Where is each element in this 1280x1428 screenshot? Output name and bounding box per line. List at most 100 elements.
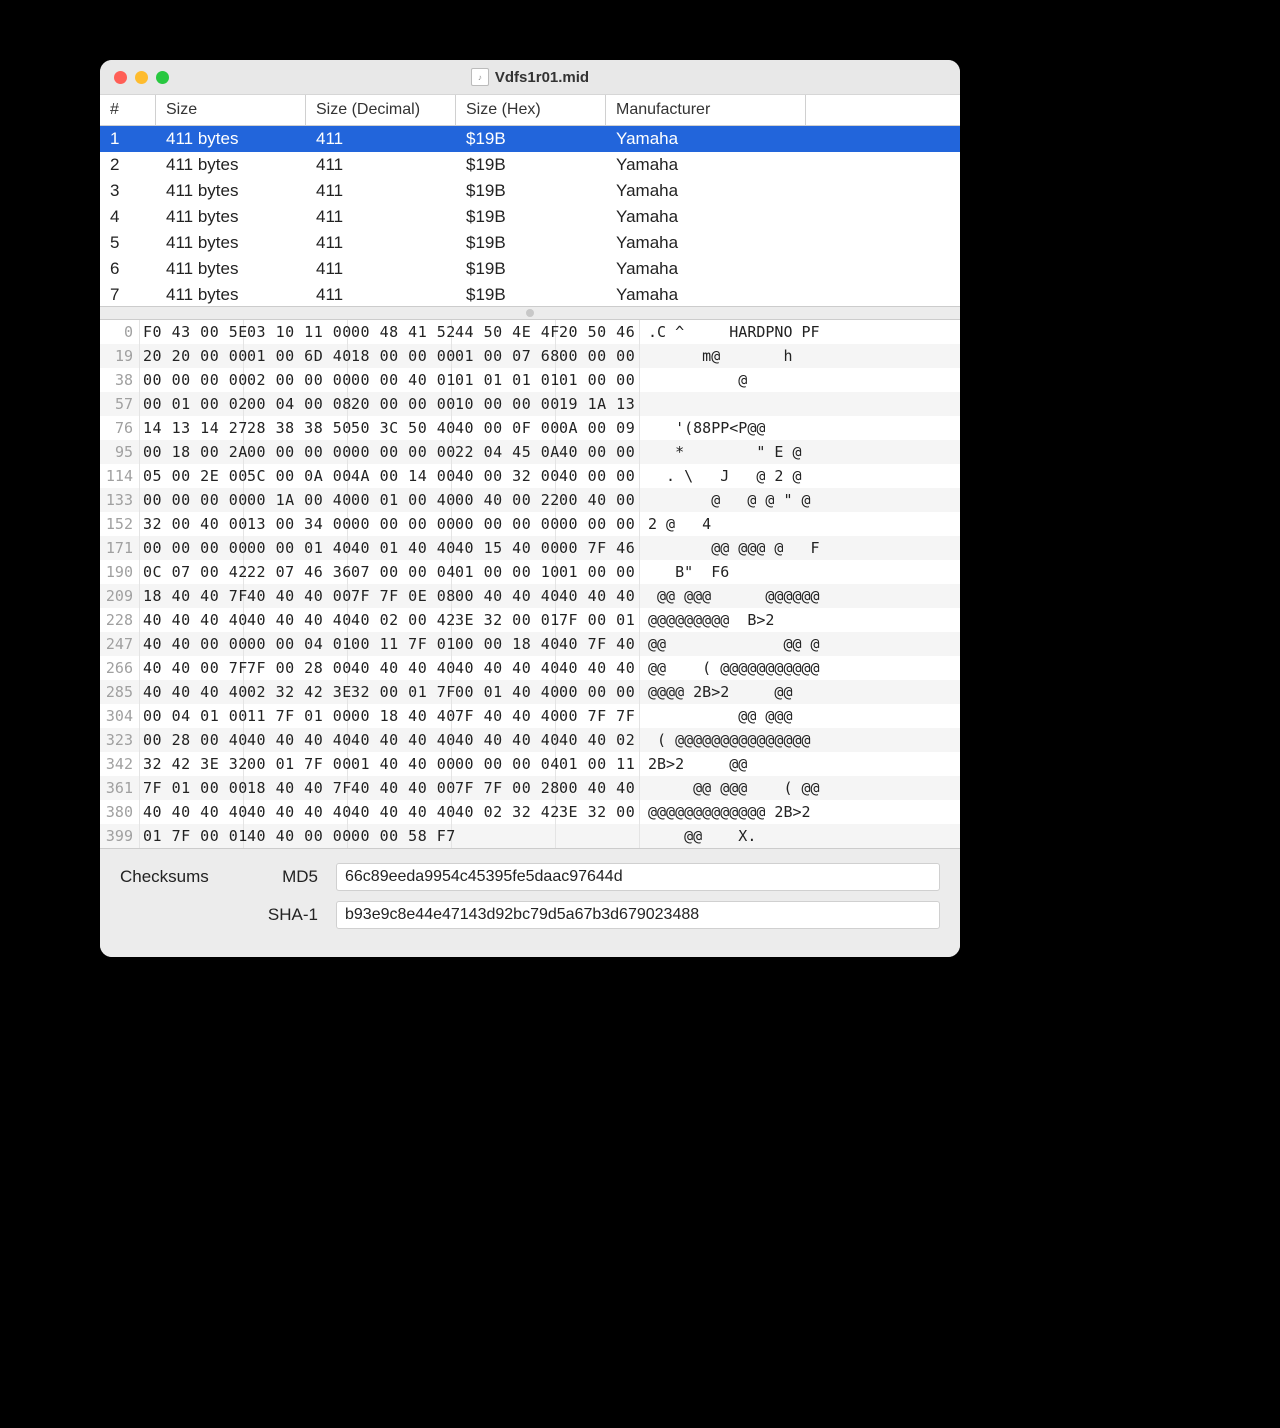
hex-bytes: 3E 32 00 01	[452, 608, 556, 632]
hex-ascii: m@ h	[640, 344, 960, 368]
col-header-number[interactable]: #	[100, 95, 156, 125]
hex-bytes: 40 00 32 00	[452, 464, 556, 488]
table-cell: 411	[306, 181, 456, 201]
hex-row[interactable]: 17100 00 00 0000 00 01 4040 01 40 4040 1…	[100, 536, 960, 560]
col-header-size-hex[interactable]: Size (Hex)	[456, 95, 606, 125]
table-cell: Yamaha	[606, 207, 806, 227]
hex-row[interactable]: 15232 00 40 0013 00 34 0000 00 00 0000 0…	[100, 512, 960, 536]
table-cell: $19B	[456, 129, 606, 149]
hex-row[interactable]: 39901 7F 00 0140 40 00 0000 00 58 F7 @@ …	[100, 824, 960, 848]
table-row[interactable]: 5411 bytes411$19BYamaha	[100, 230, 960, 256]
table-cell: 411	[306, 259, 456, 279]
hex-bytes: 00 00 00 04	[452, 752, 556, 776]
minimize-icon[interactable]	[135, 71, 148, 84]
hex-bytes: 00 00 00 00	[348, 440, 452, 464]
hex-bytes: 5C 00 0A 00	[244, 464, 348, 488]
col-header-manufacturer[interactable]: Manufacturer	[606, 95, 806, 125]
hex-bytes: 00 00 00 00	[140, 536, 244, 560]
hex-bytes: 32 00 01 7F	[348, 680, 452, 704]
hex-bytes: 05 00 2E 00	[140, 464, 244, 488]
hex-row[interactable]: 3617F 01 00 0018 40 40 7F40 40 40 007F 7…	[100, 776, 960, 800]
hex-bytes	[556, 824, 640, 848]
hex-bytes	[452, 824, 556, 848]
hex-row[interactable]: 0F0 43 00 5E03 10 11 0000 48 41 5244 50 …	[100, 320, 960, 344]
hex-offset: 285	[100, 680, 140, 704]
checksum-panel: Checksums MD5 66c89eeda9954c45395fe5daac…	[100, 848, 960, 957]
table-cell: 4	[100, 207, 156, 227]
hex-row[interactable]: 1920 20 00 0001 00 6D 4018 00 00 0001 00…	[100, 344, 960, 368]
hex-row[interactable]: 5700 01 00 0200 04 00 0820 00 00 0010 00…	[100, 392, 960, 416]
hex-bytes: 10 00 00 00	[452, 392, 556, 416]
app-window: ♪ Vdfs1r01.mid # Size Size (Decimal) Siz…	[100, 60, 960, 957]
hex-bytes: 18 40 40 7F	[140, 584, 244, 608]
hex-bytes: 02 32 42 3E	[244, 680, 348, 704]
hex-bytes: 0C 07 00 42	[140, 560, 244, 584]
hex-row[interactable]: 28540 40 40 4002 32 42 3E32 00 01 7F00 0…	[100, 680, 960, 704]
hex-row[interactable]: 20918 40 40 7F40 40 40 007F 7F 0E 0800 4…	[100, 584, 960, 608]
table-cell: 411 bytes	[156, 233, 306, 253]
col-header-size-decimal[interactable]: Size (Decimal)	[306, 95, 456, 125]
md5-value[interactable]: 66c89eeda9954c45395fe5daac97644d	[336, 863, 940, 891]
hex-bytes: 13 00 34 00	[244, 512, 348, 536]
hex-row[interactable]: 13300 00 00 0000 1A 00 4000 01 00 4000 4…	[100, 488, 960, 512]
hex-bytes: 18 40 40 7F	[244, 776, 348, 800]
hex-bytes: 00 40 40 40	[452, 584, 556, 608]
hex-bytes: 00 40 00 22	[452, 488, 556, 512]
hex-bytes: 7F 40 40 40	[452, 704, 556, 728]
table-cell: Yamaha	[606, 285, 806, 305]
hex-row[interactable]: 11405 00 2E 005C 00 0A 004A 00 14 0040 0…	[100, 464, 960, 488]
hex-row[interactable]: 9500 18 00 2A00 00 00 0000 00 00 0022 04…	[100, 440, 960, 464]
hex-ascii: @@ @@@ @@@@@@	[640, 584, 960, 608]
hex-bytes: 00 40 00	[556, 488, 640, 512]
table-row[interactable]: 3411 bytes411$19BYamaha	[100, 178, 960, 204]
col-header-size[interactable]: Size	[156, 95, 306, 125]
zoom-icon[interactable]	[156, 71, 169, 84]
sha1-label: SHA-1	[258, 905, 318, 925]
hex-bytes: 00 01 40 40	[452, 680, 556, 704]
hex-ascii: @@ @@@ @ F	[640, 536, 960, 560]
hex-row[interactable]: 32300 28 00 4040 40 40 4040 40 40 4040 4…	[100, 728, 960, 752]
table-cell: 411	[306, 129, 456, 149]
hex-offset: 228	[100, 608, 140, 632]
hex-offset: 380	[100, 800, 140, 824]
hex-bytes: 01 00 00	[556, 560, 640, 584]
hex-row[interactable]: 26640 40 00 7F7F 00 28 0040 40 40 4040 4…	[100, 656, 960, 680]
hex-bytes: 18 00 00 00	[348, 344, 452, 368]
hex-bytes: 19 1A 13	[556, 392, 640, 416]
hex-bytes: 00 01 00 40	[348, 488, 452, 512]
hex-bytes: 7F 00 28 00	[244, 656, 348, 680]
hex-bytes: 14 13 14 27	[140, 416, 244, 440]
document-icon: ♪	[471, 68, 489, 86]
hex-bytes: 02 00 00 00	[244, 368, 348, 392]
hex-row[interactable]: 24740 40 00 0000 00 04 0100 11 7F 0100 0…	[100, 632, 960, 656]
hex-view[interactable]: 0F0 43 00 5E03 10 11 0000 48 41 5244 50 …	[100, 320, 960, 848]
split-handle[interactable]	[100, 306, 960, 320]
close-icon[interactable]	[114, 71, 127, 84]
hex-row[interactable]: 1900C 07 00 4222 07 46 3607 00 00 0401 0…	[100, 560, 960, 584]
hex-offset: 0	[100, 320, 140, 344]
table-row[interactable]: 6411 bytes411$19BYamaha	[100, 256, 960, 282]
titlebar[interactable]: ♪ Vdfs1r01.mid	[100, 60, 960, 95]
hex-bytes: 40 40 40 40	[244, 728, 348, 752]
hex-row[interactable]: 38040 40 40 4040 40 40 4040 40 40 4040 0…	[100, 800, 960, 824]
hex-bytes: 20 20 00 00	[140, 344, 244, 368]
table-cell: $19B	[456, 233, 606, 253]
table-row[interactable]: 2411 bytes411$19BYamaha	[100, 152, 960, 178]
table-cell: 2	[100, 155, 156, 175]
hex-row[interactable]: 30400 04 01 0011 7F 01 0000 18 40 407F 4…	[100, 704, 960, 728]
hex-offset: 209	[100, 584, 140, 608]
table-row[interactable]: 4411 bytes411$19BYamaha	[100, 204, 960, 230]
sha1-value[interactable]: b93e9c8e44e47143d92bc79d5a67b3d679023488	[336, 901, 940, 929]
hex-row[interactable]: 34232 42 3E 3200 01 7F 0001 40 40 0000 0…	[100, 752, 960, 776]
hex-row[interactable]: 3800 00 00 0002 00 00 0000 00 40 0101 01…	[100, 368, 960, 392]
hex-row[interactable]: 22840 40 40 4040 40 40 4040 02 00 423E 3…	[100, 608, 960, 632]
hex-bytes: 01 00 00 10	[452, 560, 556, 584]
table-row[interactable]: 7411 bytes411$19BYamaha	[100, 282, 960, 306]
table-body[interactable]: 1411 bytes411$19BYamaha2411 bytes411$19B…	[100, 126, 960, 306]
hex-bytes: 0A 00 09	[556, 416, 640, 440]
hex-bytes: 00 00 58 F7	[348, 824, 452, 848]
table-row[interactable]: 1411 bytes411$19BYamaha	[100, 126, 960, 152]
hex-bytes: 00 00 00 00	[452, 512, 556, 536]
hex-bytes: 00 04 00 08	[244, 392, 348, 416]
hex-row[interactable]: 7614 13 14 2728 38 38 5050 3C 50 4040 00…	[100, 416, 960, 440]
